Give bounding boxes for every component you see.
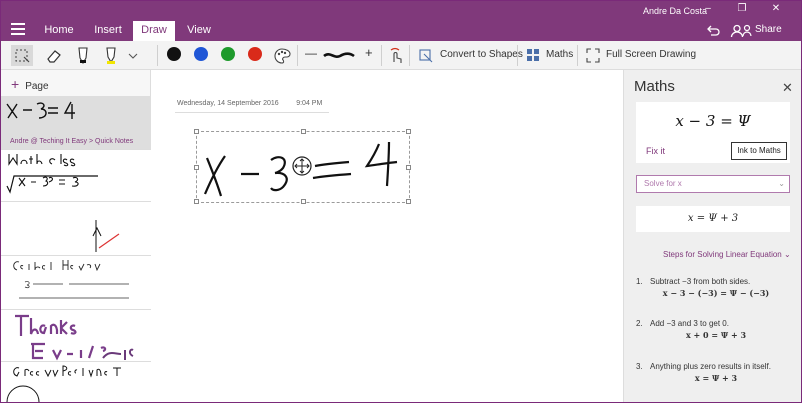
step-number: 3.: [636, 362, 643, 371]
hamburger-menu-icon[interactable]: [11, 23, 25, 35]
page-thumb-math-class[interactable]: [1, 150, 151, 202]
stroke-thickness-icon: [323, 52, 355, 58]
date-text: Wednesday, 14 September 2016: [177, 100, 279, 107]
color-black[interactable]: [167, 47, 181, 61]
solve-for-dropdown[interactable]: Solve for x ⌄: [636, 175, 790, 193]
fullscreen-icon[interactable]: [585, 45, 601, 66]
plus-icon: +: [11, 76, 20, 92]
stroke-increase-button[interactable]: +: [365, 45, 373, 60]
page-thumb-caribbean-history[interactable]: [1, 256, 151, 310]
color-blue[interactable]: [194, 47, 208, 61]
step-number: 1.: [636, 277, 643, 286]
steps-link[interactable]: Steps for Solving Linear Equation ⌄: [663, 250, 791, 259]
color-green[interactable]: [221, 47, 235, 61]
tab-insert[interactable]: Insert: [87, 21, 129, 41]
title-bar: Andre Da Costa – ❐ ✕ Home Insert Draw Vi…: [1, 1, 801, 41]
tab-home[interactable]: Home: [39, 21, 79, 41]
ink-preview: [13, 260, 129, 299]
note-canvas[interactable]: Wednesday, 14 September 2016 9:04 PM: [151, 70, 623, 402]
tab-view[interactable]: View: [179, 21, 219, 41]
share-icon[interactable]: [742, 24, 754, 38]
page-list: + Page Andre @ Teching It Easy > Quick No…: [1, 70, 151, 402]
add-page-button[interactable]: + Page: [11, 76, 49, 92]
step-result: x − 3 − (−3) = Ψ − (−3): [662, 288, 770, 298]
page-thumb-groovy-post[interactable]: [1, 362, 151, 402]
dropdown-value: Solve for x: [644, 179, 682, 188]
page-breadcrumb: Andre @ Teching It Easy > Quick Notes: [10, 138, 134, 145]
lasso-select-icon[interactable]: [11, 45, 33, 66]
recognized-equation-card: x − 3 = Ψ Fix it Ink to Maths: [636, 102, 790, 163]
ink-preview: [6, 154, 98, 194]
onenote-window: Andre Da Costa – ❐ ✕ Home Insert Draw Vi…: [0, 0, 802, 403]
ink-to-maths-button[interactable]: Ink to Maths: [731, 142, 787, 160]
maths-button[interactable]: Maths: [546, 49, 573, 60]
maths-icon[interactable]: [525, 45, 541, 66]
selected-ink-equation[interactable]: [194, 129, 411, 204]
palette-icon[interactable]: [273, 45, 291, 66]
undo-icon[interactable]: [705, 24, 721, 38]
touch-drawing-icon[interactable]: [387, 45, 405, 66]
page-date: Wednesday, 14 September 2016 9:04 PM: [177, 100, 322, 107]
chevron-down-icon: ⌄: [778, 179, 785, 188]
step-text: Anything plus zero results in itself.: [650, 362, 771, 371]
toolbar-divider: [381, 45, 382, 66]
stroke-decrease-button[interactable]: —: [305, 46, 317, 60]
color-red[interactable]: [248, 47, 262, 61]
maths-pane: Maths ✕ x − 3 = Ψ Fix it Ink to Maths So…: [623, 70, 801, 402]
time-text: 9:04 PM: [296, 100, 323, 107]
page-thumb-sketch[interactable]: [1, 202, 151, 256]
step-number: 2.: [636, 319, 643, 328]
pane-title: Maths: [634, 78, 675, 95]
highlighter-icon[interactable]: [103, 45, 119, 66]
solution-card: x = Ψ + 3: [636, 206, 790, 232]
close-icon[interactable]: ✕: [782, 80, 793, 96]
ink-preview: [15, 314, 134, 361]
move-cursor-icon: [292, 156, 312, 176]
convert-to-shapes-button[interactable]: Convert to Shapes: [440, 49, 523, 60]
recognized-equation: x − 3 = Ψ: [675, 112, 751, 130]
step-result: x + 0 = Ψ + 3: [685, 330, 747, 340]
step-result: x = Ψ + 3: [694, 373, 738, 383]
fix-it-link[interactable]: Fix it: [646, 146, 665, 156]
page-thumb-thanks[interactable]: [1, 310, 151, 362]
pen-black-icon[interactable]: [75, 45, 91, 66]
toolbar-divider: [297, 45, 298, 66]
step-text: Subtract −3 from both sides.: [650, 277, 751, 286]
close-window-button[interactable]: ✕: [765, 3, 787, 17]
minimize-button[interactable]: –: [697, 3, 719, 17]
toolbar-divider: [409, 45, 410, 66]
draw-toolbar: — + Convert to Shapes Maths Full Screen …: [1, 41, 801, 70]
step-text: Add −3 and 3 to get 0.: [650, 319, 729, 328]
full-screen-drawing-button[interactable]: Full Screen Drawing: [606, 49, 696, 60]
restore-button[interactable]: ❐: [731, 3, 753, 17]
toolbar-divider: [577, 45, 578, 66]
tab-draw[interactable]: Draw: [133, 21, 175, 41]
date-divider: [175, 112, 329, 113]
toolbar-divider: [157, 45, 158, 66]
ink-preview: [6, 101, 75, 119]
pen-dropdown-icon[interactable]: [127, 45, 139, 66]
eraser-icon[interactable]: [45, 45, 63, 66]
share-button[interactable]: Share: [755, 24, 782, 35]
ink-preview: [6, 365, 121, 402]
page-thumb-quick-notes[interactable]: Andre @ Teching It Easy > Quick Notes: [1, 96, 151, 150]
convert-shapes-icon[interactable]: [418, 45, 434, 66]
ink-preview: [92, 220, 120, 252]
add-page-label: Page: [25, 81, 49, 92]
toolbar-divider: [517, 45, 518, 66]
